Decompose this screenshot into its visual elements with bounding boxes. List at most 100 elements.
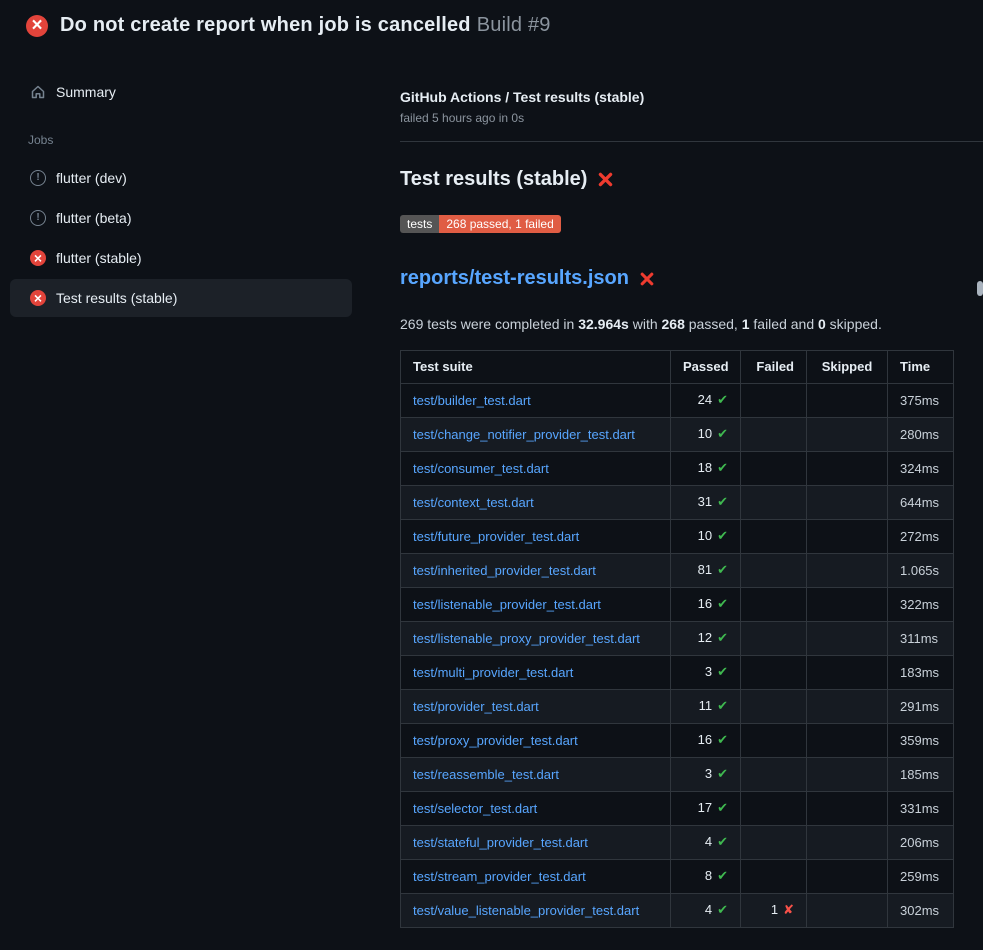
count: 12	[698, 630, 712, 645]
summary-text-segment: skipped.	[826, 316, 882, 332]
sidebar-job-item[interactable]: flutter (dev)	[10, 159, 352, 197]
check-icon: ✔	[717, 835, 728, 850]
column-header: Time	[888, 351, 954, 384]
time-cell: 291ms	[888, 690, 954, 724]
time-cell: 185ms	[888, 758, 954, 792]
suite-link[interactable]: test/builder_test.dart	[413, 393, 531, 408]
column-header: Test suite	[401, 351, 671, 384]
suite-link[interactable]: test/listenable_provider_test.dart	[413, 597, 601, 612]
failed-cell	[741, 758, 807, 792]
skipped-cell	[807, 792, 888, 826]
table-row: test/change_notifier_provider_test.dart …	[401, 418, 954, 452]
column-header: Passed	[671, 351, 741, 384]
time-cell: 322ms	[888, 588, 954, 622]
count: 10	[698, 528, 712, 543]
sidebar-job-label: flutter (dev)	[56, 170, 127, 186]
suite-link[interactable]: test/context_test.dart	[413, 495, 534, 510]
time-cell: 302ms	[888, 894, 954, 928]
suite-cell: test/listenable_provider_test.dart	[401, 588, 671, 622]
report-heading: reports/test-results.json	[400, 267, 953, 290]
breadcrumb: GitHub Actions / Test results (stable)	[400, 89, 953, 105]
check-icon: ✔	[717, 665, 728, 680]
skipped-cell	[807, 452, 888, 486]
passed-cell: 10✔	[671, 418, 741, 452]
sidebar-job-item[interactable]: flutter (stable)	[10, 239, 352, 277]
skipped-cell	[807, 724, 888, 758]
report-link[interactable]: reports/test-results.json	[400, 267, 629, 290]
section-title: Test results (stable)	[400, 168, 953, 191]
build-number: Build #9	[477, 14, 551, 36]
skipped-cell	[807, 486, 888, 520]
sidebar-job-item[interactable]: Test results (stable)	[10, 279, 352, 317]
suite-link[interactable]: test/listenable_proxy_provider_test.dart	[413, 631, 640, 646]
suite-link[interactable]: test/stream_provider_test.dart	[413, 869, 586, 884]
main-content: GitHub Actions / Test results (stable) f…	[390, 53, 983, 928]
table-row: test/reassemble_test.dart 3 ✔ 185ms	[401, 758, 954, 792]
time-cell: 359ms	[888, 724, 954, 758]
table-row: test/stream_provider_test.dart 8✔ 259ms	[401, 860, 954, 894]
results-table: Test suitePassedFailedSkippedTime test/b…	[400, 350, 954, 928]
failed-icon	[30, 250, 46, 266]
suite-link[interactable]: test/provider_test.dart	[413, 699, 539, 714]
count: 1	[771, 902, 778, 917]
failed-cell	[741, 588, 807, 622]
summary-text-segment: passed,	[685, 316, 742, 332]
suite-link[interactable]: test/inherited_provider_test.dart	[413, 563, 596, 578]
skipped-cell	[807, 384, 888, 418]
time-cell: 331ms	[888, 792, 954, 826]
time-cell: 644ms	[888, 486, 954, 520]
scrollbar-thumb[interactable]	[977, 281, 983, 296]
failed-cell	[741, 384, 807, 418]
table-row: test/provider_test.dart 11✔ 291ms	[401, 690, 954, 724]
sidebar-job-label: flutter (stable)	[56, 250, 142, 266]
check-icon: ✔	[717, 529, 728, 544]
suite-link[interactable]: test/consumer_test.dart	[413, 461, 549, 476]
failed-cell	[741, 860, 807, 894]
count: 17	[698, 800, 712, 815]
suite-link[interactable]: test/value_listenable_provider_test.dart	[413, 903, 639, 918]
sidebar: Summary Jobs flutter (dev) flutter (beta…	[0, 53, 390, 319]
sidebar-job-item[interactable]: flutter (beta)	[10, 199, 352, 237]
passed-cell: 10 ✔	[671, 520, 741, 554]
table-row: test/context_test.dart 31✔ 644ms	[401, 486, 954, 520]
suite-link[interactable]: test/future_provider_test.dart	[413, 529, 579, 544]
time-cell: 280ms	[888, 418, 954, 452]
count: 3	[705, 766, 712, 781]
passed-cell: 17✔	[671, 792, 741, 826]
check-icon: ✔	[717, 563, 728, 578]
suite-cell: test/value_listenable_provider_test.dart	[401, 894, 671, 928]
passed-cell: 4✔	[671, 826, 741, 860]
suite-link[interactable]: test/proxy_provider_test.dart	[413, 733, 578, 748]
tests-badge: tests 268 passed, 1 failed	[400, 215, 561, 233]
table-row: test/inherited_provider_test.dart 81✔ 1.…	[401, 554, 954, 588]
build-title-text: Do not create report when job is cancell…	[60, 14, 471, 36]
suite-link[interactable]: test/reassemble_test.dart	[413, 767, 559, 782]
run-status-line: failed 5 hours ago in 0s	[400, 111, 953, 125]
check-icon: ✔	[717, 767, 728, 782]
time-cell: 259ms	[888, 860, 954, 894]
sidebar-item-summary[interactable]: Summary	[10, 73, 352, 111]
neutral-icon	[30, 210, 46, 226]
check-icon: ✔	[717, 869, 728, 884]
section-title-text: Test results (stable)	[400, 168, 587, 191]
table-row: test/stateful_provider_test.dart 4✔ 206m…	[401, 826, 954, 860]
suite-link[interactable]: test/change_notifier_provider_test.dart	[413, 427, 635, 442]
passed-cell: 24✔	[671, 384, 741, 418]
column-header: Skipped	[807, 351, 888, 384]
passed-cell: 3✔	[671, 656, 741, 690]
suite-link[interactable]: test/stateful_provider_test.dart	[413, 835, 588, 850]
suite-link[interactable]: test/multi_provider_test.dart	[413, 665, 573, 680]
neutral-icon	[30, 170, 46, 186]
build-failed-icon	[26, 15, 48, 37]
check-icon: ✔	[717, 903, 728, 918]
summary-failed-count: 1	[742, 316, 750, 332]
skipped-cell	[807, 520, 888, 554]
failed-cell	[741, 554, 807, 588]
count: 10	[698, 426, 712, 441]
suite-link[interactable]: test/selector_test.dart	[413, 801, 537, 816]
check-icon: ✔	[717, 631, 728, 646]
failed-cell	[741, 520, 807, 554]
suite-cell: test/provider_test.dart	[401, 690, 671, 724]
passed-cell: 31✔	[671, 486, 741, 520]
section-divider	[400, 141, 983, 142]
